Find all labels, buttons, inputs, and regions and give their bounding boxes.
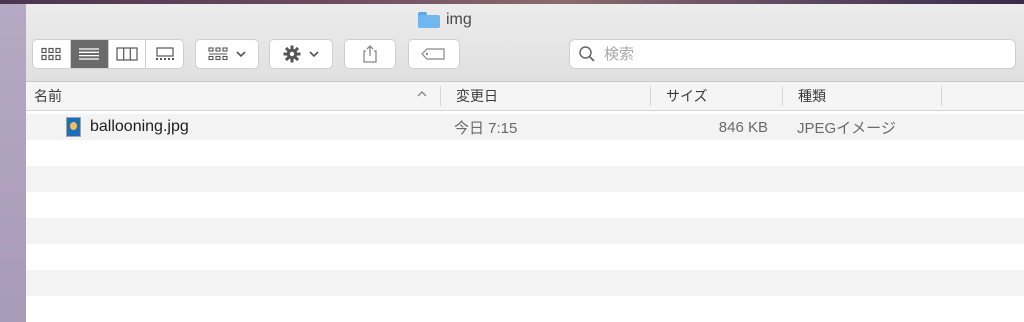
- column-header-name[interactable]: 名前: [34, 82, 62, 110]
- empty-row: [26, 192, 1024, 218]
- column-header-date-label: 変更日: [456, 88, 498, 104]
- column-header-name-label: 名前: [34, 88, 62, 104]
- column-view-button[interactable]: [109, 40, 147, 68]
- column-header: 名前 変更日 サイズ 種類: [26, 82, 1024, 111]
- file-kind: JPEGイメージ: [797, 119, 896, 137]
- sidebar-background: [0, 4, 26, 322]
- column-divider[interactable]: [650, 86, 651, 106]
- gallery-view-button[interactable]: [146, 40, 183, 68]
- column-divider[interactable]: [782, 86, 783, 106]
- empty-row: [26, 140, 1024, 166]
- column-header-date[interactable]: 変更日: [456, 82, 498, 110]
- chevron-down-icon: [236, 51, 246, 58]
- list-view-icon: [79, 48, 100, 60]
- share-icon: [363, 45, 377, 63]
- action-button[interactable]: [269, 39, 333, 69]
- table-row[interactable]: ballooning.jpg 今日 7:15 846 KB JPEGイメージ: [26, 114, 1024, 140]
- icon-view-button[interactable]: [33, 40, 71, 68]
- chevron-down-icon: [309, 51, 319, 58]
- column-header-size-label: サイズ: [666, 88, 708, 104]
- window-title-text: img: [446, 11, 472, 28]
- jpeg-file-icon: [66, 117, 81, 137]
- gallery-view-icon: [155, 47, 174, 60]
- list-view-button[interactable]: [70, 40, 109, 68]
- empty-row: [26, 166, 1024, 192]
- arrange-button[interactable]: [195, 39, 259, 69]
- empty-row: [26, 218, 1024, 244]
- finder-window: img 検索 名前 変更日 サイズ 種類 ballooning.jpg 今日 7…: [26, 4, 1024, 322]
- sort-ascending-icon: [417, 91, 427, 97]
- gear-icon: [283, 45, 301, 63]
- file-icon-cell: [66, 114, 81, 140]
- icon-view-icon: [41, 47, 61, 61]
- column-header-size[interactable]: サイズ: [666, 82, 708, 110]
- grid-arrange-icon: [208, 47, 228, 61]
- file-date: 今日 7:15: [454, 119, 518, 137]
- column-divider[interactable]: [440, 86, 441, 106]
- column-view-icon: [116, 47, 138, 61]
- file-name: ballooning.jpg: [90, 118, 189, 135]
- column-header-kind[interactable]: 種類: [798, 82, 826, 110]
- search-field[interactable]: [569, 39, 1016, 69]
- search-input[interactable]: [602, 44, 1006, 64]
- titlebar: img: [26, 4, 1024, 82]
- tag-icon: [421, 48, 445, 60]
- empty-row: [26, 270, 1024, 296]
- column-header-kind-label: 種類: [798, 88, 826, 104]
- folder-icon: [418, 12, 440, 28]
- file-size: 846 KB: [718, 118, 768, 136]
- search-icon: [579, 46, 595, 62]
- column-divider[interactable]: [941, 86, 942, 106]
- view-mode-control: [32, 39, 184, 69]
- window-title: img: [418, 10, 472, 30]
- share-button[interactable]: [344, 39, 396, 69]
- empty-row: [26, 296, 1024, 322]
- empty-row: [26, 244, 1024, 270]
- tag-button[interactable]: [408, 39, 460, 69]
